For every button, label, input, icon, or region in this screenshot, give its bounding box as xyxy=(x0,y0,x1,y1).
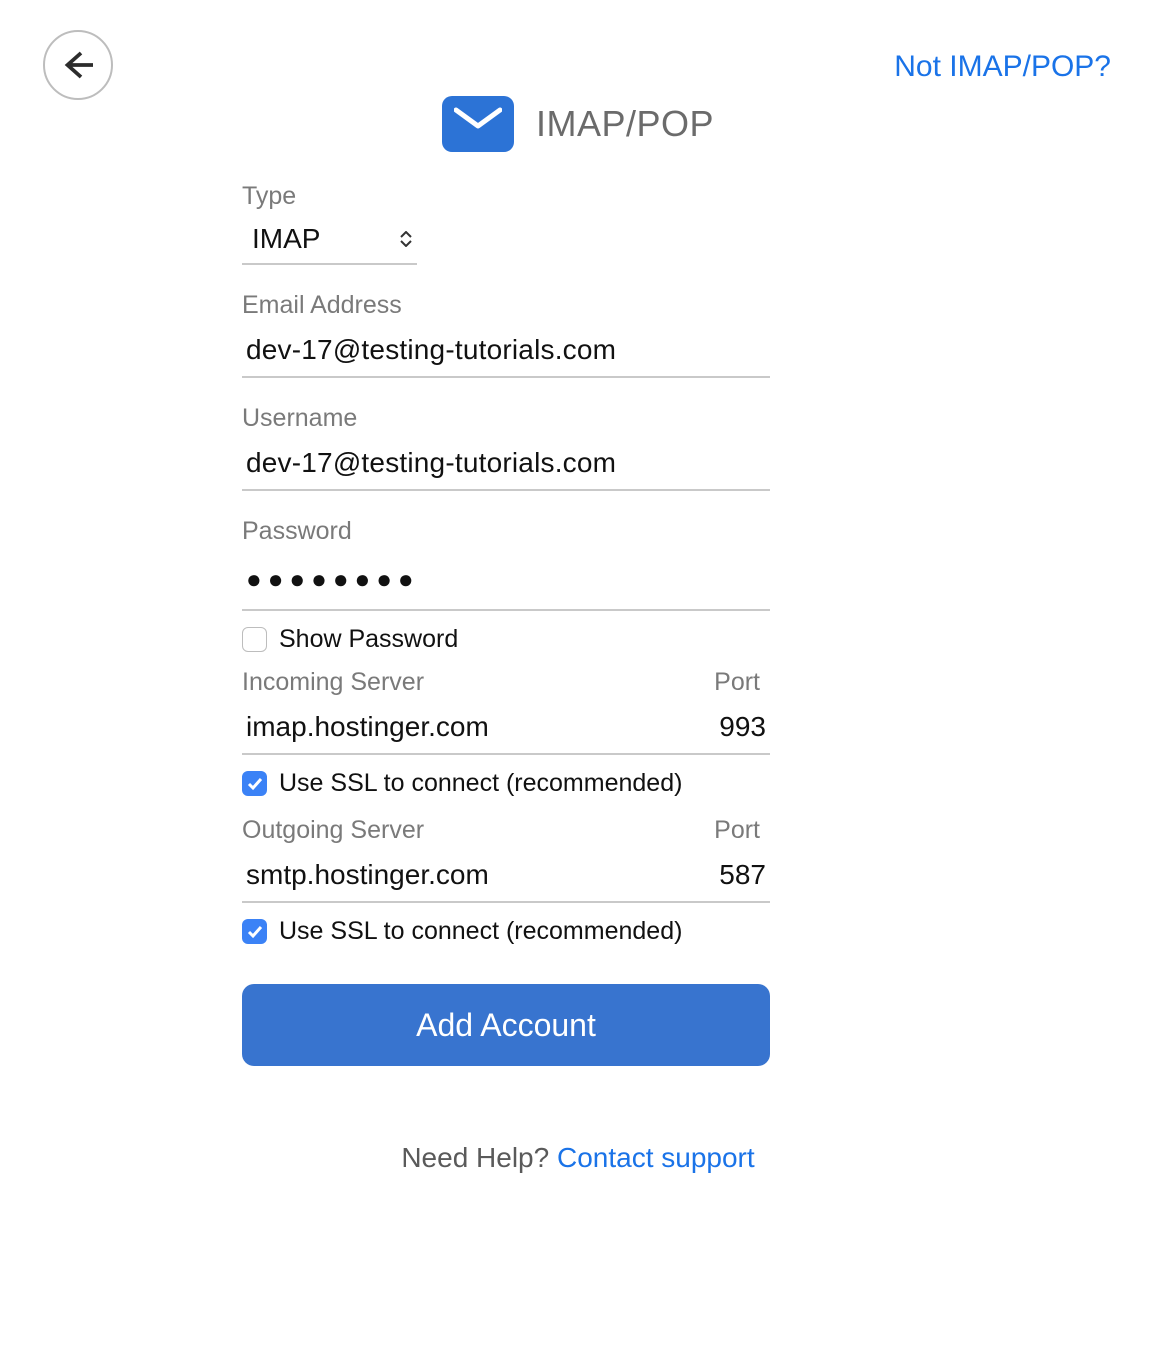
outgoing-server-block: Outgoing Server Port smtp.hostinger.com … xyxy=(242,816,770,946)
incoming-ssl-checkbox[interactable] xyxy=(242,771,267,796)
incoming-server-label: Incoming Server xyxy=(242,668,424,697)
type-label: Type xyxy=(242,182,770,211)
help-text: Need Help? xyxy=(401,1142,557,1173)
outgoing-ssl-label: Use SSL to connect (recommended) xyxy=(279,917,682,946)
type-select[interactable]: IMAP xyxy=(242,217,417,265)
outgoing-port-label: Port xyxy=(714,816,760,845)
outgoing-ssl-checkbox-row[interactable]: Use SSL to connect (recommended) xyxy=(242,917,770,946)
check-icon xyxy=(247,777,263,791)
add-account-button[interactable]: Add Account xyxy=(242,984,770,1066)
type-value: IMAP xyxy=(252,223,320,255)
check-icon xyxy=(247,925,263,939)
account-form: Type IMAP Email Address dev-17@testing-t… xyxy=(242,182,770,1066)
username-label: Username xyxy=(242,404,770,433)
outgoing-server-label: Outgoing Server xyxy=(242,816,424,845)
show-password-checkbox[interactable] xyxy=(242,627,267,652)
username-field[interactable]: dev-17@testing-tutorials.com xyxy=(242,439,770,491)
incoming-port-field[interactable]: 993 xyxy=(719,711,766,743)
incoming-host-field[interactable]: imap.hostinger.com xyxy=(246,711,489,743)
email-field[interactable]: dev-17@testing-tutorials.com xyxy=(242,326,770,378)
password-label: Password xyxy=(242,517,770,546)
outgoing-ssl-checkbox[interactable] xyxy=(242,919,267,944)
page-header: IMAP/POP xyxy=(0,96,1156,152)
back-button[interactable] xyxy=(43,30,113,100)
mail-icon xyxy=(442,96,514,152)
email-value: dev-17@testing-tutorials.com xyxy=(246,334,766,366)
not-imap-pop-link[interactable]: Not IMAP/POP? xyxy=(894,50,1111,84)
incoming-server-block: Incoming Server Port imap.hostinger.com … xyxy=(242,668,770,798)
chevron-up-down-icon xyxy=(399,231,413,247)
incoming-port-label: Port xyxy=(714,668,760,697)
help-row: Need Help? Contact support xyxy=(0,1142,1156,1174)
email-label: Email Address xyxy=(242,291,770,320)
incoming-server-row[interactable]: imap.hostinger.com 993 xyxy=(242,703,770,755)
incoming-ssl-label: Use SSL to connect (recommended) xyxy=(279,769,682,798)
incoming-ssl-checkbox-row[interactable]: Use SSL to connect (recommended) xyxy=(242,769,770,798)
password-mask: ●●●●●●●● xyxy=(246,564,766,595)
password-field[interactable]: ●●●●●●●● xyxy=(242,552,770,611)
arrow-left-icon xyxy=(60,47,96,83)
username-value: dev-17@testing-tutorials.com xyxy=(246,447,766,479)
show-password-checkbox-row[interactable]: Show Password xyxy=(242,625,770,654)
page-title: IMAP/POP xyxy=(536,103,714,145)
outgoing-host-field[interactable]: smtp.hostinger.com xyxy=(246,859,489,891)
contact-support-link[interactable]: Contact support xyxy=(557,1142,755,1173)
outgoing-port-field[interactable]: 587 xyxy=(719,859,766,891)
outgoing-server-row[interactable]: smtp.hostinger.com 587 xyxy=(242,851,770,903)
show-password-label: Show Password xyxy=(279,625,458,654)
